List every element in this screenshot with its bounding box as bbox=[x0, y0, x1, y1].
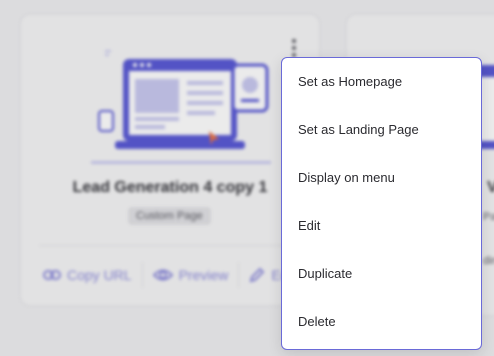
edit-menu-item[interactable]: Edit bbox=[282, 202, 481, 250]
display-on-menu-menu-item[interactable]: Display on menu bbox=[282, 154, 481, 202]
duplicate-menu-item[interactable]: Duplicate bbox=[282, 250, 481, 298]
set-as-homepage-menu-item[interactable]: Set as Homepage bbox=[282, 58, 481, 106]
set-as-landing-page-menu-item[interactable]: Set as Landing Page bbox=[282, 106, 481, 154]
page-options-menu: Set as Homepage Set as Landing Page Disp… bbox=[281, 57, 482, 350]
delete-menu-item[interactable]: Delete bbox=[282, 298, 481, 346]
